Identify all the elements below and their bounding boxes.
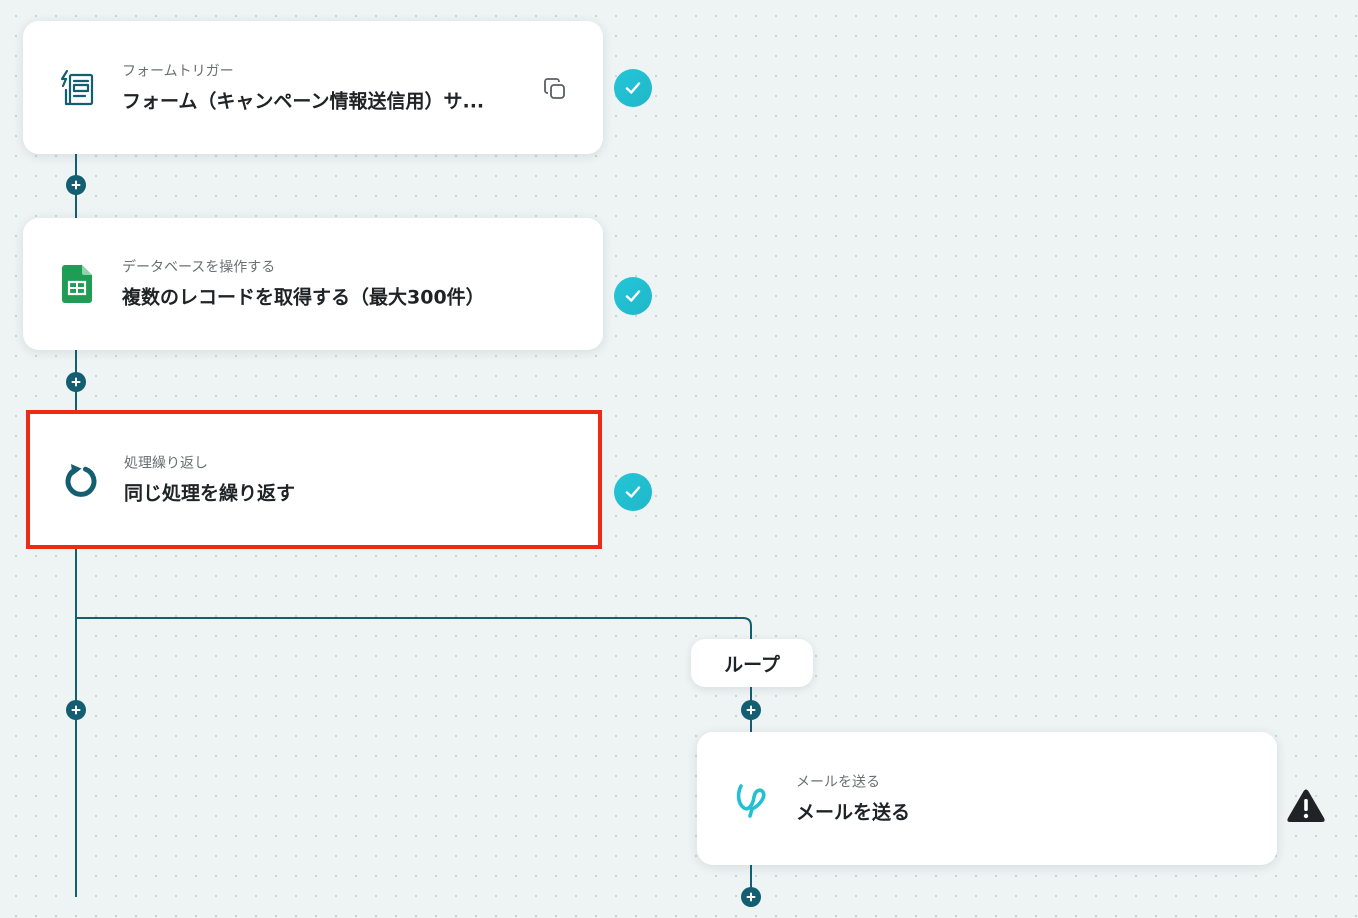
plus-icon xyxy=(71,180,81,190)
warning-icon xyxy=(1286,788,1326,824)
workflow-canvas[interactable]: フォームトリガー フォーム（キャンペーン情報送信用）サ... データベースを操作… xyxy=(0,0,1358,918)
plus-icon xyxy=(71,377,81,387)
step-subtitle: 処理繰り返し xyxy=(124,455,208,471)
step-title: メールを送る xyxy=(796,801,911,823)
add-step-button[interactable] xyxy=(66,175,86,195)
mail-logo-icon xyxy=(729,777,773,821)
step-card-loop[interactable]: 処理繰り返し 同じ処理を繰り返す xyxy=(26,410,602,549)
plus-icon xyxy=(746,892,756,902)
add-loop-step-button[interactable] xyxy=(741,887,761,907)
google-sheets-icon xyxy=(55,262,99,306)
status-completed-badge xyxy=(614,277,652,315)
step-title: 複数のレコードを取得する（最大300件） xyxy=(122,286,485,309)
step-subtitle: メールを送る xyxy=(796,774,880,790)
step-title: フォーム（キャンペーン情報送信用）サ... xyxy=(122,90,485,112)
add-loop-step-button[interactable] xyxy=(741,700,761,720)
check-icon xyxy=(625,290,641,302)
plus-icon xyxy=(746,705,756,715)
plus-icon xyxy=(71,705,81,715)
check-icon xyxy=(625,82,641,94)
check-icon xyxy=(625,486,641,498)
loop-branch-label: ループ xyxy=(691,639,813,687)
step-subtitle: フォームトリガー xyxy=(122,63,234,79)
add-step-button[interactable] xyxy=(66,700,86,720)
step-card-send-mail[interactable]: メールを送る メールを送る xyxy=(697,732,1277,865)
copy-button[interactable] xyxy=(541,75,569,103)
loop-icon xyxy=(59,458,103,502)
add-step-button[interactable] xyxy=(66,372,86,392)
copy-icon xyxy=(544,78,565,99)
status-completed-badge xyxy=(614,473,652,511)
step-card-form-trigger[interactable]: フォームトリガー フォーム（キャンペーン情報送信用）サ... xyxy=(23,21,603,154)
step-subtitle: データベースを操作する xyxy=(122,259,276,276)
status-completed-badge xyxy=(614,69,652,107)
form-trigger-icon xyxy=(55,66,99,110)
step-title: 同じ処理を繰り返す xyxy=(124,482,296,504)
step-card-database[interactable]: データベースを操作する 複数のレコードを取得する（最大300件） xyxy=(23,218,603,350)
